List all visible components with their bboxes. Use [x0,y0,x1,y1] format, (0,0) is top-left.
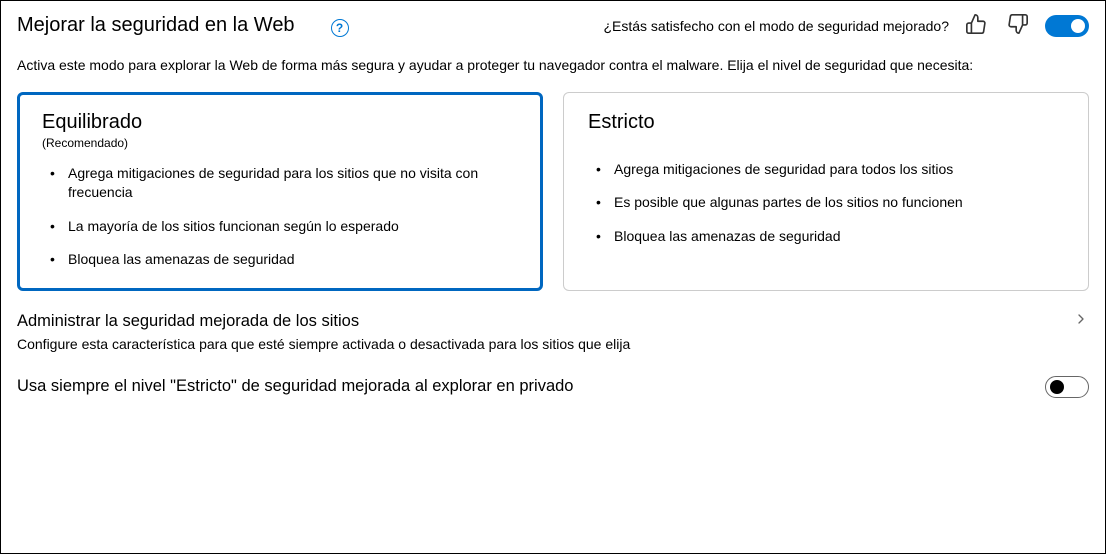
manage-sites-description: Configure esta característica para que e… [17,336,1089,352]
page-title: Mejorar la seguridad en la Web [17,14,295,37]
strict-private-row: Usa siempre el nivel "Estricto" de segur… [17,376,1089,398]
list-item: Bloquea las amenazas de seguridad [46,250,528,270]
balanced-title: Equilibrado [42,111,528,134]
balanced-features: Agrega mitigaciones de seguridad para lo… [42,164,528,270]
enhance-security-toggle[interactable] [1045,15,1089,37]
description-text: Activa este modo para explorar la Web de… [17,56,1089,76]
list-item: Bloquea las amenazas de seguridad [592,227,1074,247]
list-item: La mayoría de los sitios funcionan según… [46,217,528,237]
thumbs-up-button[interactable] [961,9,991,42]
strict-title: Estricto [588,111,1074,134]
list-item: Agrega mitigaciones de seguridad para to… [592,160,1074,180]
balanced-card[interactable]: Equilibrado (Recomendado) Agrega mitigac… [17,92,543,291]
chevron-right-icon [1073,311,1089,332]
header-row: Mejorar la seguridad en la Web ? ¿Estás … [17,9,1089,42]
manage-sites-row[interactable]: Administrar la seguridad mejorada de los… [17,311,1089,332]
strict-private-label: Usa siempre el nivel "Estricto" de segur… [17,377,574,396]
thumbs-down-icon [1007,23,1029,38]
strict-card[interactable]: Estricto Agrega mitigaciones de segurida… [563,92,1089,291]
manage-sites-title: Administrar la seguridad mejorada de los… [17,312,359,331]
list-item: Es posible que algunas partes de los sit… [592,193,1074,213]
strict-features: Agrega mitigaciones de seguridad para to… [588,160,1074,247]
balanced-subtitle: (Recomendado) [42,136,528,150]
list-item: Agrega mitigaciones de seguridad para lo… [46,164,528,203]
help-icon[interactable]: ? [331,19,349,37]
feedback-prompt: ¿Estás satisfecho con el modo de segurid… [603,18,949,34]
security-level-cards: Equilibrado (Recomendado) Agrega mitigac… [17,92,1089,291]
thumbs-up-icon [965,23,987,38]
thumbs-down-button[interactable] [1003,9,1033,42]
strict-private-toggle[interactable] [1045,376,1089,398]
